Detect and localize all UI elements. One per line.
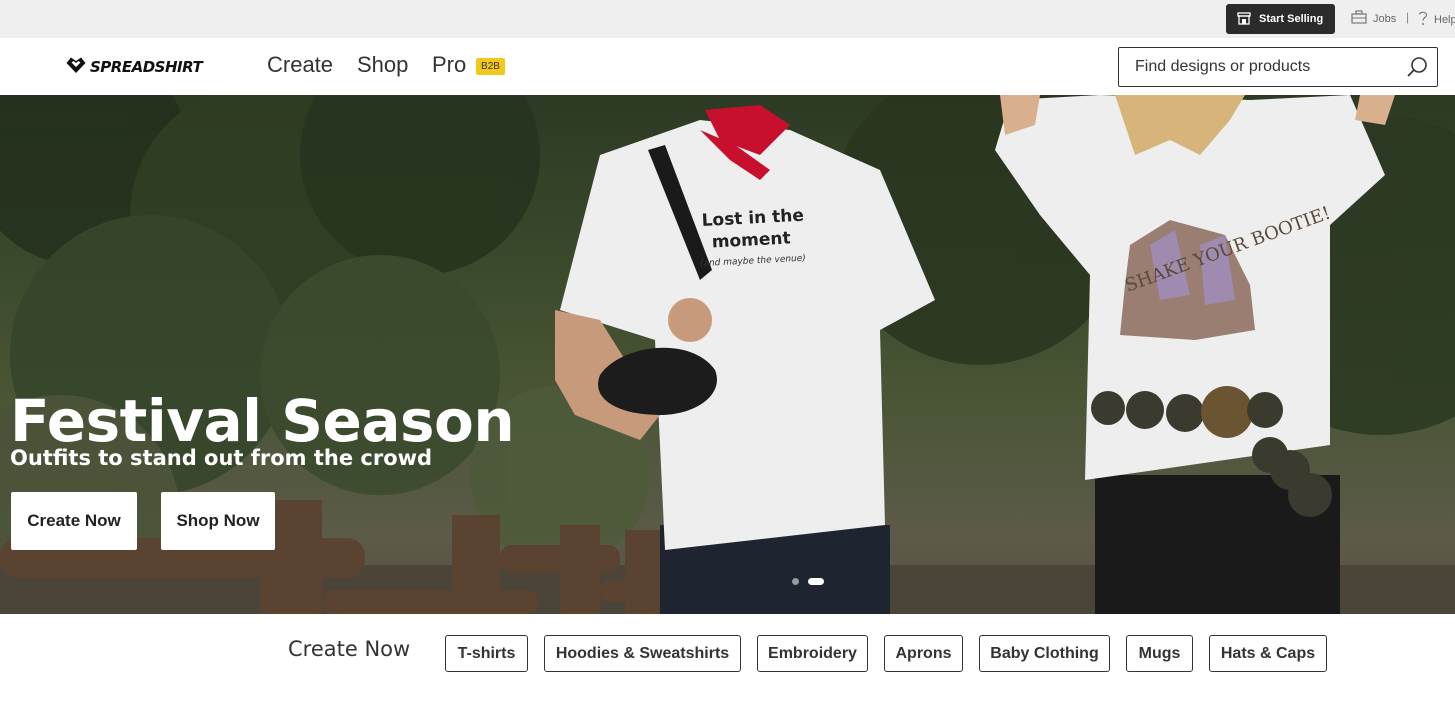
category-aprons[interactable]: Aprons	[884, 635, 963, 672]
hero-create-now-button[interactable]: Create Now	[11, 492, 137, 550]
logo-text: SPREADSHIRT	[90, 58, 203, 76]
carousel-dot-2-active[interactable]	[808, 578, 824, 585]
shirt-left-line2: moment	[711, 228, 791, 252]
search-box	[1118, 47, 1438, 87]
main-header: SPREADSHIRT Create Shop Pro B2B	[0, 38, 1455, 95]
category-hoodies[interactable]: Hoodies & Sweatshirts	[544, 635, 741, 672]
search-icon[interactable]	[1405, 55, 1429, 79]
nav-shop[interactable]: Shop	[357, 52, 408, 78]
briefcase-icon	[1351, 10, 1367, 27]
spreadshirt-logo[interactable]: SPREADSHIRT	[65, 56, 203, 78]
nav-pro[interactable]: Pro	[432, 52, 466, 78]
category-tshirts[interactable]: T-shirts	[445, 635, 528, 672]
question-icon	[1418, 10, 1428, 29]
category-hats-caps[interactable]: Hats & Caps	[1209, 635, 1327, 672]
help-link[interactable]: Help	[1418, 10, 1455, 29]
carousel-dot-1[interactable]	[792, 578, 799, 585]
start-selling-label: Start Selling	[1259, 13, 1324, 25]
hero-shop-now-button[interactable]: Shop Now	[161, 492, 275, 550]
nav-create[interactable]: Create	[267, 52, 333, 78]
store-icon	[1237, 11, 1251, 28]
b2b-badge: B2B	[476, 58, 505, 75]
hero-banner: Lost in the moment (and maybe the venue)…	[0, 95, 1455, 614]
start-selling-button[interactable]: Start Selling	[1226, 4, 1335, 34]
help-label: Help	[1434, 13, 1455, 26]
hero-subtitle: Outfits to stand out from the crowd	[10, 446, 433, 470]
hero-title: Festival Season	[10, 387, 515, 455]
utility-separator: |	[1406, 10, 1410, 24]
utility-bar: Start Selling Jobs | Help	[0, 0, 1455, 38]
category-embroidery[interactable]: Embroidery	[757, 635, 868, 672]
jobs-link[interactable]: Jobs	[1351, 10, 1396, 27]
search-input[interactable]	[1135, 58, 1405, 76]
logo-heart-icon	[65, 56, 87, 78]
category-baby-clothing[interactable]: Baby Clothing	[979, 635, 1110, 672]
jobs-label: Jobs	[1373, 12, 1397, 25]
create-now-heading: Create Now	[288, 637, 411, 661]
category-mugs[interactable]: Mugs	[1126, 635, 1193, 672]
